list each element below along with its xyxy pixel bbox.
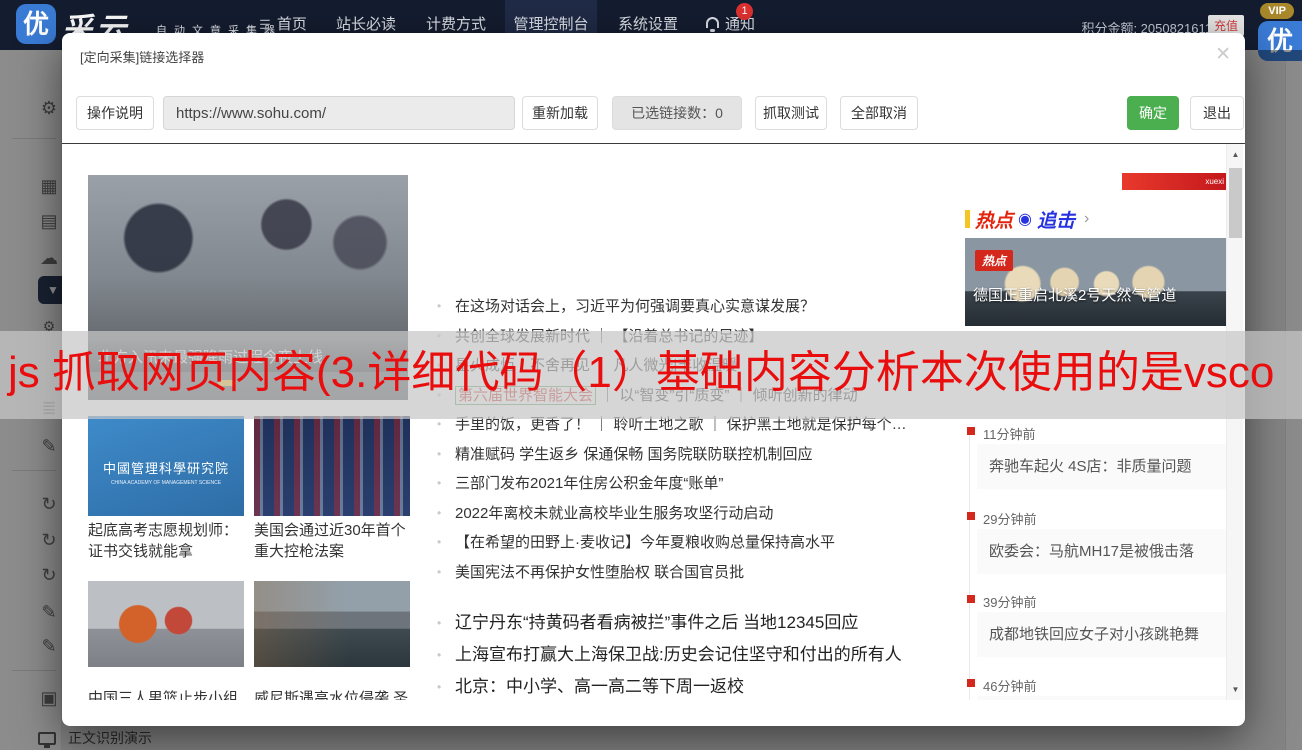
- bell-icon: [706, 17, 719, 28]
- headline-link[interactable]: 三部门发布2021年住房公积金年度“账单”: [435, 469, 965, 499]
- photo-caption[interactable]: 起底高考志愿规划师：证书交钱就能拿: [88, 520, 248, 562]
- timeline-line: [969, 432, 970, 700]
- hot-news-card[interactable]: 热点 德国正重启北溪2号天然气管道: [965, 238, 1227, 326]
- reload-button[interactable]: 重新加载: [522, 96, 598, 130]
- exit-button[interactable]: 退出: [1190, 96, 1244, 130]
- headline-link[interactable]: 辽宁丹东“持黄码者看病被拦”事件之后 当地12345回应: [435, 607, 965, 639]
- timeline-item[interactable]: 奔驰车起火 4S店：非质量问题: [977, 444, 1227, 489]
- headline-link[interactable]: 上海宣布打赢大上海保卫战:历史会记住坚守和付出的所有人: [435, 639, 965, 671]
- vip-badge: VIP: [1260, 3, 1294, 19]
- timeline-item[interactable]: 上海宣布打赢大上海保卫战: [977, 696, 1227, 700]
- hot-pursuit-header[interactable]: 热点 ◉ 追击 ›: [965, 208, 1089, 230]
- scroll-down-icon[interactable]: ▼: [1227, 685, 1244, 694]
- headline-link[interactable]: 【在希望的田野上·麦收记】今年夏粮收购总量保持高水平: [435, 528, 965, 558]
- confirm-button[interactable]: 确定: [1127, 96, 1179, 130]
- photo-caption[interactable]: 威尼斯遇高水位侵袭 圣: [254, 688, 414, 700]
- target-icon: ◉: [1018, 209, 1032, 229]
- hot-label: 热点: [975, 206, 1013, 233]
- timeline-item[interactable]: 成都地铁回应女子对小孩跳艳舞: [977, 612, 1227, 657]
- close-icon[interactable]: ✕: [1215, 43, 1231, 66]
- scroll-up-icon[interactable]: ▲: [1227, 150, 1244, 159]
- photo-overlay-subtitle: CHINA ACADEMY OF MANAGEMENT SCIENCE: [88, 480, 244, 486]
- grab-test-button[interactable]: 抓取测试: [755, 96, 827, 130]
- pursuit-label: 追击: [1037, 206, 1075, 233]
- chevron-right-icon: ›: [1084, 210, 1089, 228]
- hot-card-caption: 德国正重启北溪2号天然气管道: [973, 284, 1176, 305]
- news-photo-basketball[interactable]: [88, 581, 244, 667]
- watermark-band: js 抓取网页内容(3.详细代码（1）基础内容分析本次使用的是vsco: [0, 331, 1302, 419]
- selected-count-badge: 已选链接数：0: [612, 96, 742, 130]
- ad-banner[interactable]: xuexi: [1122, 173, 1228, 190]
- timeline-time: 11分钟前: [983, 424, 1036, 443]
- brand-logo[interactable]: 优: [16, 4, 56, 44]
- news-photo-sign[interactable]: 中國管理科學研究院 CHINA ACADEMY OF MANAGEMENT SC…: [88, 416, 244, 516]
- notification-badge: 1: [736, 3, 753, 20]
- headline-link[interactable]: 北京：中小学、高一高二等下周一返校: [435, 671, 965, 700]
- app-root: ⚙ ▦ ▤ ☁ ▼ ⚙ ≣ ✎ ↻ ↻ ↻ ✎ ✎ ▣ 正文识别演示 优 采云 …: [0, 0, 1302, 750]
- timeline-time: 29分钟前: [983, 509, 1036, 528]
- photo-caption[interactable]: 中国三人男篮止步小组赛: [88, 688, 248, 700]
- url-input[interactable]: [163, 96, 515, 130]
- scrollbar-thumb[interactable]: [1229, 168, 1242, 238]
- headline-link[interactable]: 精准赋码 学生返乡 保通保畅 国务院联防联控机制回应: [435, 440, 965, 470]
- timeline-item[interactable]: 欧委会：马航MH17是被俄击落: [977, 529, 1227, 574]
- news-photo-biden[interactable]: [254, 416, 410, 516]
- photo-overlay-title: 中國管理科學研究院: [88, 458, 244, 477]
- watermark-text: js 抓取网页内容(3.详细代码（1）基础内容分析本次使用的是vsco: [8, 345, 1274, 401]
- cancel-all-button[interactable]: 全部取消: [840, 96, 918, 130]
- news-photo-venice[interactable]: [254, 581, 410, 667]
- help-button[interactable]: 操作说明: [76, 96, 154, 130]
- dialog-title: [定向采集]链接选择器: [80, 47, 204, 66]
- headline-link[interactable]: 2022年离校未就业高校毕业生服务攻坚行动启动: [435, 499, 965, 529]
- hot-badge: 热点: [975, 250, 1013, 271]
- section-bar: [965, 210, 970, 228]
- timeline-time: 39分钟前: [983, 592, 1036, 611]
- embedded-webpage: 北方入汛来最强降雨过程今夜上线 中國管理科學研究院 CHINA ACADEMY …: [62, 144, 1245, 700]
- photo-caption[interactable]: 美国会通过近30年首个重大控枪法案: [254, 520, 414, 562]
- headline-link[interactable]: 美国宪法不再保护女性堕胎权 联合国官员批: [435, 558, 965, 588]
- webview-scrollbar[interactable]: ▲ ▼: [1226, 144, 1243, 700]
- headline-link[interactable]: 在这场对话会上，习近平为何强调要真心实意谋发展？: [435, 292, 965, 322]
- timeline-time: 46分钟前: [983, 676, 1036, 695]
